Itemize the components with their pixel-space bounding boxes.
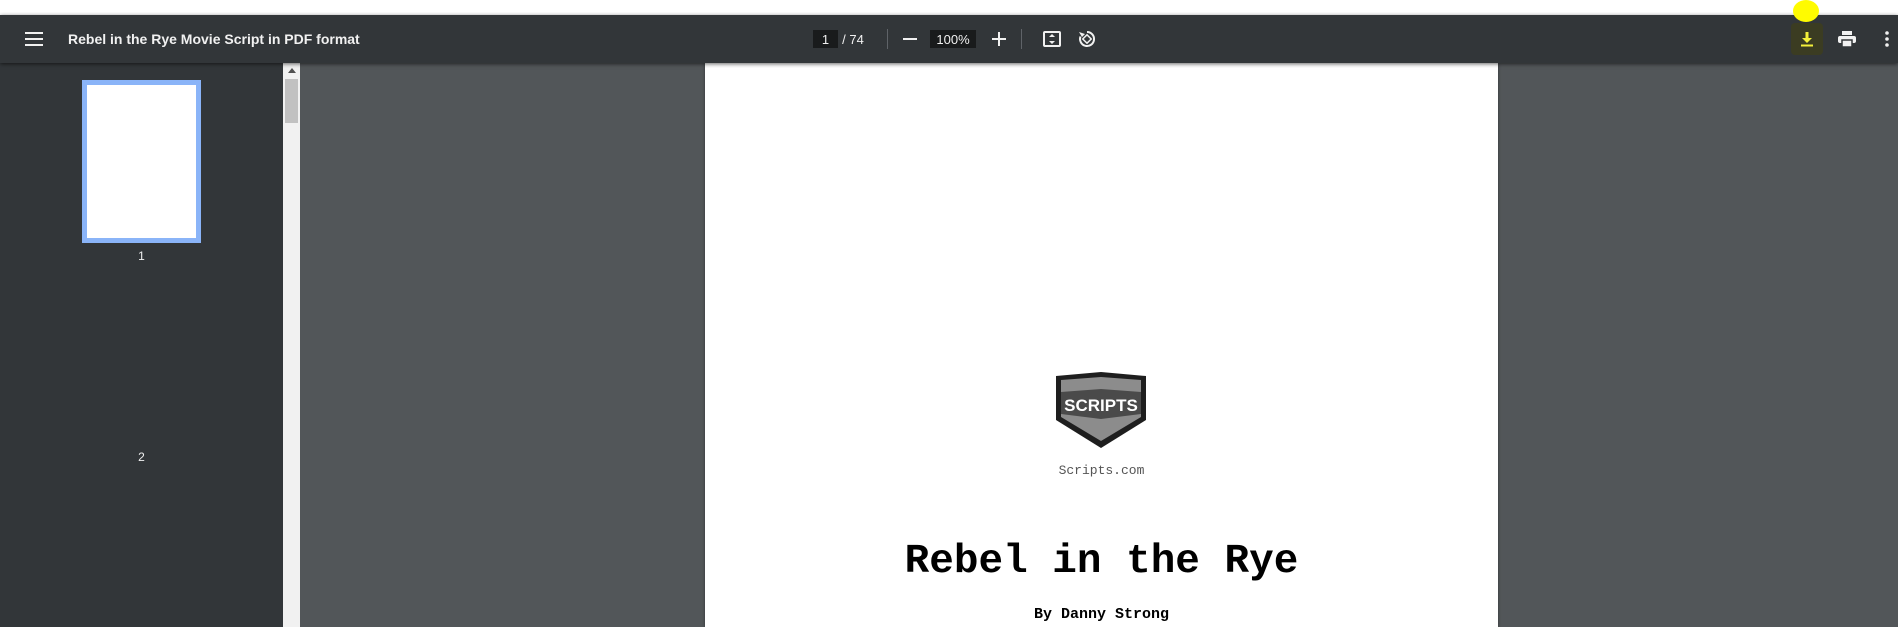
document-title: Rebel in the Rye Movie Script in PDF for… (68, 31, 360, 47)
zoom-in-button[interactable] (985, 27, 1013, 51)
script-author: By Danny Strong (1033, 606, 1170, 623)
zoom-level-input[interactable]: 100% (930, 30, 976, 48)
plus-icon (992, 32, 1006, 46)
print-icon (1838, 31, 1856, 47)
more-vert-icon (1885, 31, 1889, 47)
print-button[interactable] (1831, 23, 1863, 55)
fit-to-page-button[interactable] (1039, 26, 1065, 52)
download-icon (1801, 32, 1813, 47)
toolbar-divider (887, 29, 888, 49)
page-number-input[interactable]: 1 (813, 30, 838, 48)
scrollbar-thumb[interactable] (285, 79, 298, 123)
menu-button[interactable] (18, 24, 50, 54)
rotate-icon (1079, 30, 1096, 47)
scroll-up-arrow-icon[interactable] (283, 63, 300, 77)
more-options-button[interactable] (1876, 23, 1898, 55)
menu-icon (25, 32, 43, 46)
page-total: / 74 (842, 31, 864, 47)
fit-to-page-icon (1043, 31, 1061, 47)
zoom-out-button[interactable] (896, 27, 924, 51)
script-title: Rebel in the Rye (904, 539, 1299, 585)
thumbnail-sidebar: 1 2 (0, 63, 283, 627)
logo-caption: Scripts.com (1058, 463, 1145, 478)
thumbnail-label: 1 (138, 249, 145, 263)
cursor-highlight (1793, 0, 1819, 22)
page-thumbnail-1[interactable] (82, 80, 201, 243)
thumbnail-label[interactable]: 2 (0, 450, 283, 464)
toolbar-divider (1021, 29, 1022, 49)
rotate-button[interactable] (1074, 26, 1100, 52)
download-button[interactable] (1791, 23, 1823, 55)
sidebar-scrollbar[interactable] (283, 63, 300, 627)
document-viewer[interactable]: SCRIPTS Scripts.com Rebel in the Rye By … (300, 63, 1898, 627)
pdf-toolbar: Rebel in the Rye Movie Script in PDF for… (0, 15, 1898, 63)
minus-icon (903, 38, 917, 40)
pdf-page: SCRIPTS Scripts.com Rebel in the Rye By … (705, 63, 1498, 627)
scripts-logo: SCRIPTS (1056, 372, 1146, 448)
svg-text:SCRIPTS: SCRIPTS (1064, 396, 1138, 415)
thumbnail-paper (87, 85, 196, 238)
